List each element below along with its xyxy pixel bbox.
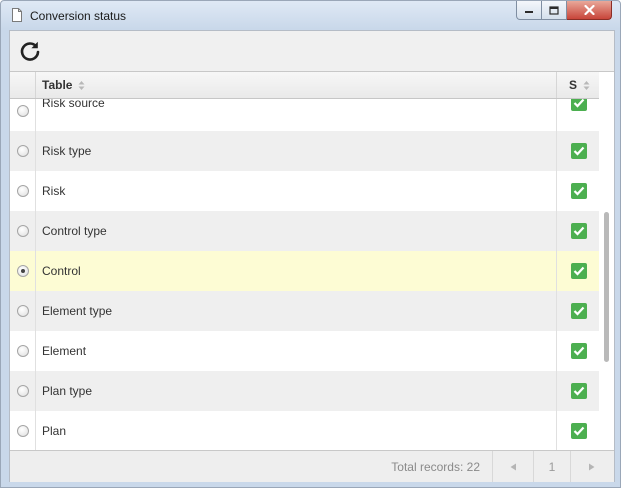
row-table-name: Control <box>36 251 557 291</box>
radio-button[interactable] <box>16 345 29 357</box>
next-page-button[interactable] <box>570 451 611 482</box>
document-icon <box>12 8 22 22</box>
row-status <box>558 251 599 291</box>
row-table-name: Plan type <box>36 371 557 411</box>
row-select[interactable] <box>10 251 36 291</box>
status-check-icon <box>570 423 587 439</box>
table-row[interactable]: Risk <box>10 171 599 211</box>
window-controls <box>516 1 612 20</box>
row-status <box>558 171 599 211</box>
column-header-status-label: S <box>569 78 578 92</box>
row-table-name: Risk <box>36 171 557 211</box>
row-status <box>558 211 599 251</box>
prev-page-button[interactable] <box>492 451 533 482</box>
title-bar[interactable]: Conversion status <box>1 1 620 30</box>
minimize-button[interactable] <box>516 1 542 20</box>
close-icon <box>583 5 595 15</box>
toolbar <box>10 31 614 72</box>
row-table-name: Plan <box>36 411 557 450</box>
status-check-icon <box>570 383 587 399</box>
row-select[interactable] <box>10 131 36 171</box>
status-check-icon <box>570 343 587 359</box>
table-row[interactable]: Element <box>10 331 599 371</box>
radio-button[interactable] <box>16 225 29 237</box>
row-status <box>558 331 599 371</box>
status-check-icon <box>570 303 587 319</box>
maximize-icon <box>549 5 559 15</box>
row-select[interactable] <box>10 291 36 331</box>
grid-body: Risk source Risk type Risk Control type … <box>10 99 599 450</box>
column-header-table[interactable]: Table <box>36 72 557 98</box>
row-select[interactable] <box>10 171 36 211</box>
next-page-icon <box>588 463 594 470</box>
row-select[interactable] <box>10 331 36 371</box>
radio-button[interactable] <box>16 185 29 197</box>
status-check-icon <box>570 183 587 199</box>
window-title: Conversion status <box>30 9 127 23</box>
column-header-table-label: Table <box>42 78 73 92</box>
header-select-column <box>10 72 36 98</box>
close-button[interactable] <box>567 1 612 20</box>
row-status <box>558 371 599 411</box>
radio-button[interactable] <box>16 425 29 437</box>
status-check-icon <box>570 99 587 111</box>
row-select[interactable] <box>10 211 36 251</box>
refresh-icon <box>20 41 40 61</box>
prev-page-icon <box>510 463 516 470</box>
row-table-name: Risk source <box>36 99 557 131</box>
grid-header: Table S <box>10 72 599 99</box>
row-status <box>558 291 599 331</box>
row-table-name: Control type <box>36 211 557 251</box>
table-row[interactable]: Plan type <box>10 371 599 411</box>
conversion-grid: Table S Risk source Risk type Risk Contr… <box>10 72 614 450</box>
column-header-status[interactable]: S <box>558 72 599 98</box>
status-check-icon <box>570 143 587 159</box>
status-check-icon <box>570 223 587 239</box>
row-status <box>558 411 599 450</box>
maximize-button[interactable] <box>542 1 567 20</box>
refresh-button[interactable] <box>16 37 44 65</box>
vertical-scrollbar[interactable] <box>599 72 614 450</box>
pager: 1 <box>492 451 611 482</box>
row-select[interactable] <box>10 411 36 450</box>
sort-icon <box>583 80 590 90</box>
table-row[interactable]: Control type <box>10 211 599 251</box>
grid-footer: Total records: 22 1 <box>10 450 614 482</box>
table-row-selected[interactable]: Control <box>10 251 599 291</box>
total-records: Total records: 22 <box>391 460 480 474</box>
scrollbar-thumb[interactable] <box>604 212 609 362</box>
radio-button[interactable] <box>16 145 29 157</box>
radio-button-checked[interactable] <box>16 265 29 277</box>
table-row[interactable]: Element type <box>10 291 599 331</box>
table-row[interactable]: Risk source <box>10 99 599 131</box>
radio-button[interactable] <box>16 385 29 397</box>
row-table-name: Risk type <box>36 131 557 171</box>
status-check-icon <box>570 263 587 279</box>
row-select[interactable] <box>10 99 36 131</box>
row-select[interactable] <box>10 371 36 411</box>
row-table-name: Element <box>36 331 557 371</box>
table-row[interactable]: Plan <box>10 411 599 450</box>
row-status <box>558 99 599 131</box>
window-content: Table S Risk source Risk type Risk Contr… <box>9 30 615 482</box>
radio-button[interactable] <box>16 105 29 117</box>
row-status <box>558 131 599 171</box>
conversion-status-window: Conversion status Table S Risk source Ri… <box>0 0 621 488</box>
table-row[interactable]: Risk type <box>10 131 599 171</box>
sort-icon <box>78 80 85 90</box>
page-number: 1 <box>533 451 570 482</box>
minimize-icon <box>525 11 533 13</box>
radio-button[interactable] <box>16 305 29 317</box>
row-table-name: Element type <box>36 291 557 331</box>
